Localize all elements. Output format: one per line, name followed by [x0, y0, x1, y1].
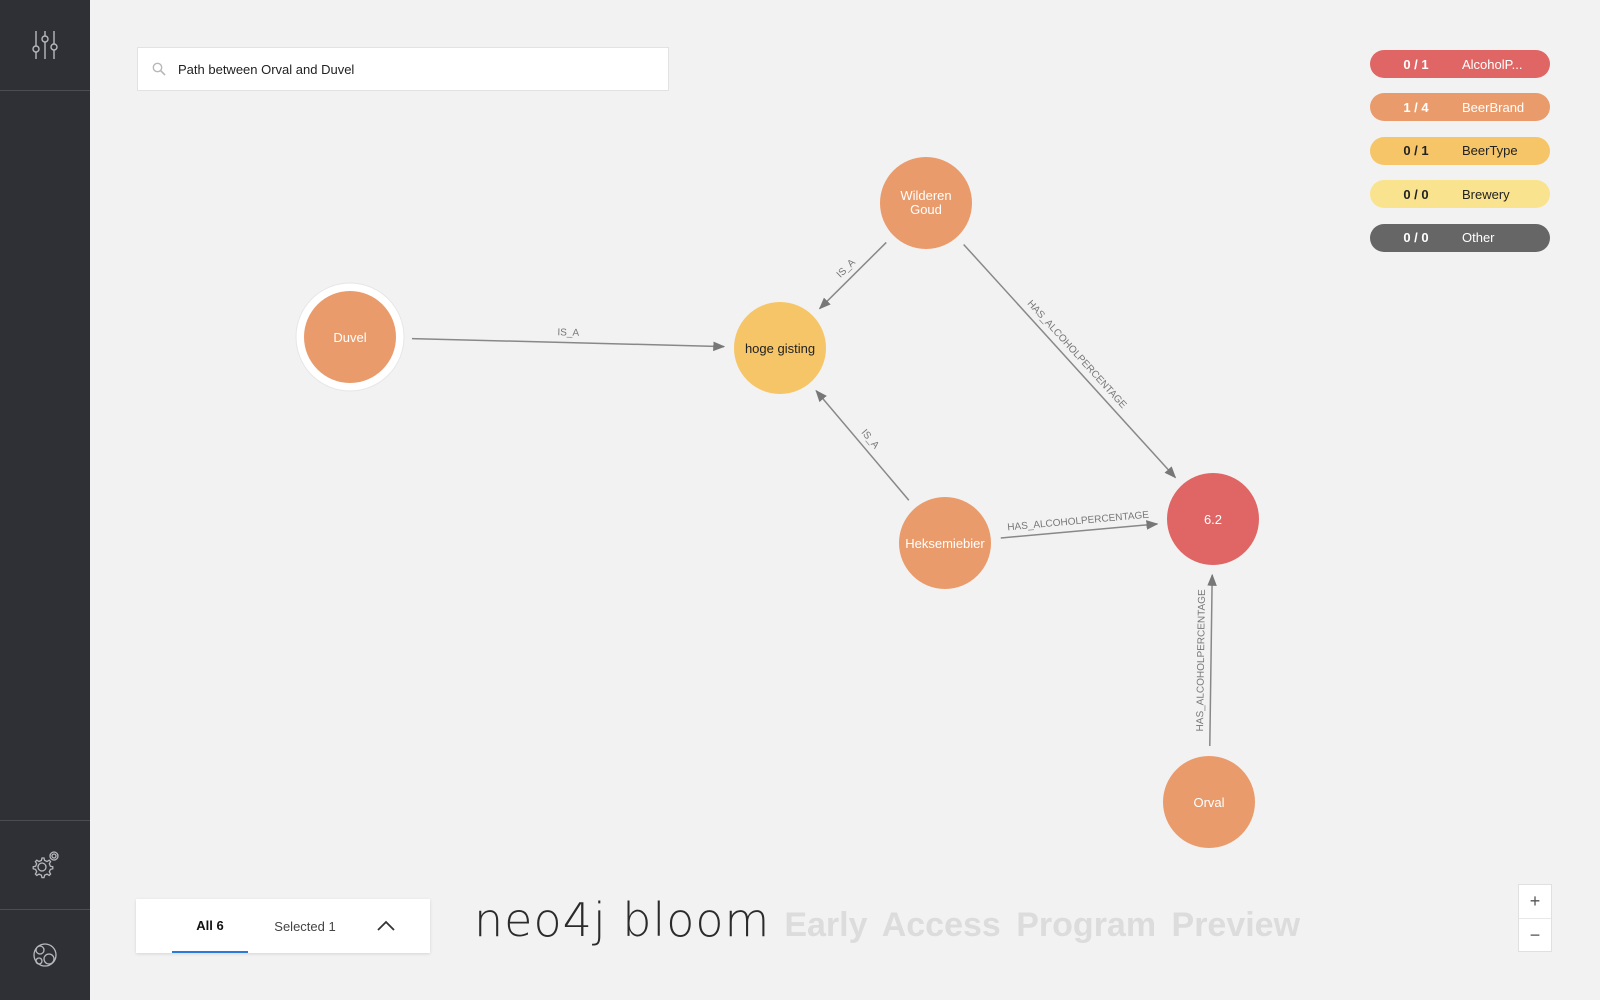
node-label: Orval	[1193, 795, 1224, 810]
legend-count: 1 / 4	[1403, 99, 1429, 115]
graph-canvas[interactable]: IS_A IS_A IS_A HAS_ALCOHOLPERCENTAGE HAS_ALC…	[0, 0, 1600, 1000]
graph-node-duvel[interactable]: Duvel	[295, 282, 405, 392]
zoom-controls: + −	[1518, 884, 1552, 952]
relationship-line[interactable]	[1207, 573, 1217, 747]
relationship-label: IS_A	[557, 327, 579, 339]
tab-selected[interactable]: Selected 1	[263, 899, 347, 953]
relationship-line[interactable]	[818, 241, 887, 310]
legend-category-name: AlcoholP...	[1462, 56, 1523, 72]
relationship-label: HAS_ALCOHOLPERCENTAGE	[1007, 510, 1150, 534]
relationship-label: IS_A	[835, 257, 858, 280]
node-label: 6.2	[1204, 512, 1222, 527]
legend-count: 0 / 1	[1403, 56, 1429, 72]
relationship-edge[interactable]: HAS_ALCOHOLPERCENTAGE	[1195, 573, 1217, 747]
legend-category-name: Brewery	[1462, 186, 1510, 202]
zoom-in-button[interactable]: +	[1519, 885, 1551, 918]
graph-node-orval[interactable]: Orval	[1163, 756, 1255, 848]
search-bar[interactable]	[137, 47, 669, 91]
relationship-line[interactable]	[963, 243, 1177, 479]
category-legend: 0 / 1 AlcoholP... 1 / 4 BeerBrand 0 / 1 BeerT…	[1370, 50, 1550, 267]
relationship-edge[interactable]: HAS_ALCOHOLPERCENTAGE	[1000, 510, 1159, 539]
legend-category-name: BeerBrand	[1462, 99, 1525, 115]
legend-pill-beertype[interactable]: 0 / 1 BeerType	[1370, 136, 1550, 165]
graph-node-p62[interactable]: 6.2	[1167, 473, 1259, 565]
legend-count: 0 / 0	[1403, 186, 1429, 202]
legend-pill-alcoholp[interactable]: 0 / 1 AlcoholP...	[1370, 50, 1550, 78]
relationship-label: IS_A	[859, 428, 882, 452]
node-label: Heksemiebier	[905, 536, 985, 551]
brand-banner: neo4j bloom Early Access Program Preview	[474, 893, 1300, 953]
legend-count: 0 / 0	[1403, 230, 1429, 246]
legend-category-name: Other	[1462, 230, 1495, 246]
legend-category-name: BeerType	[1462, 143, 1518, 159]
node-label: hoge gisting	[745, 341, 815, 356]
graph-node-wilderen[interactable]: Wilderen Goud	[880, 157, 972, 249]
tab-all[interactable]: All 6	[172, 899, 248, 953]
legend-pill-beerbrand[interactable]: 1 / 4 BeerBrand	[1370, 93, 1550, 122]
relationship-edge[interactable]: IS_A	[818, 241, 887, 310]
neo4j-bloom-logo: neo4j bloom	[474, 893, 771, 947]
relationship-edge[interactable]: IS_A	[411, 327, 726, 352]
relationship-label: HAS_ALCOHOLPERCENTAGE	[1195, 589, 1208, 732]
search-input[interactable]	[178, 61, 638, 77]
relationship-edge[interactable]: IS_A	[815, 389, 910, 501]
relationship-line[interactable]	[411, 337, 726, 352]
relationship-edge[interactable]: HAS_ALCOHOLPERCENTAGE	[963, 243, 1177, 479]
legend-pill-brewery[interactable]: 0 / 0 Brewery	[1370, 180, 1550, 209]
search-icon	[152, 62, 166, 76]
relationship-label: HAS_ALCOHOLPERCENTAGE	[1025, 298, 1129, 411]
graph-node-hoge[interactable]: hoge gisting	[734, 302, 826, 394]
node-label: Duvel	[333, 330, 366, 345]
brand-subtitle: Early Access Program Preview	[784, 906, 1301, 944]
legend-pill-other[interactable]: 0 / 0 Other	[1370, 223, 1550, 252]
graph-node-hekse[interactable]: Heksemiebier	[899, 497, 991, 589]
results-drawer: All 6 Selected 1	[136, 899, 430, 953]
drawer-toggle-button[interactable]	[364, 899, 408, 953]
legend-count: 0 / 1	[1403, 143, 1429, 159]
zoom-out-button[interactable]: −	[1519, 918, 1551, 952]
relationship-line[interactable]	[815, 389, 910, 501]
chevron-up-icon	[377, 920, 395, 931]
bloom-app: IS_A IS_A IS_A HAS_ALCOHOLPERCENTAGE HAS_ALC…	[0, 0, 1600, 1000]
